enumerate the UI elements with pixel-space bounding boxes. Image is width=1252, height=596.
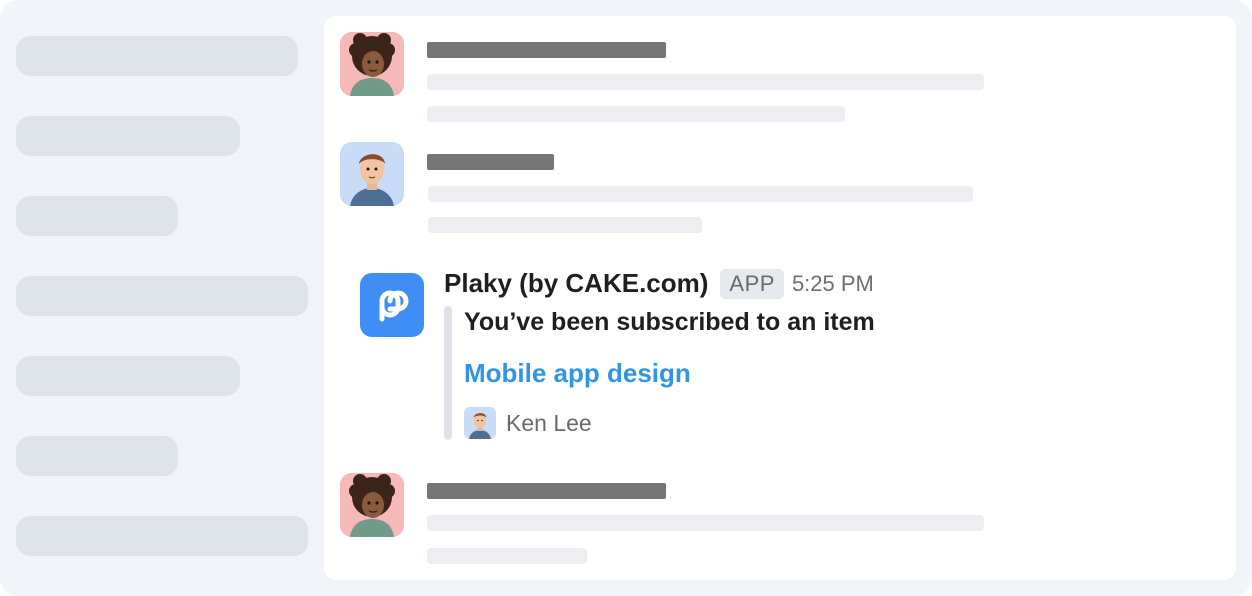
chat-panel: Plaky (by CAKE.com) APP 5:25 PM You’ve b… xyxy=(324,16,1236,580)
message-timestamp[interactable]: 5:25 PM xyxy=(792,271,874,297)
sidebar-item-placeholder[interactable] xyxy=(16,36,298,76)
message-text-placeholder xyxy=(427,515,984,531)
message-text-placeholder xyxy=(427,548,587,564)
plaky-logo-icon[interactable] xyxy=(360,273,424,337)
sidebar-item-placeholder[interactable] xyxy=(16,116,240,156)
sender-name[interactable]: Plaky (by CAKE.com) xyxy=(444,268,708,299)
woman-curly-hair-avatar-icon[interactable] xyxy=(340,473,404,537)
message-author-placeholder xyxy=(427,483,666,499)
man-avatar-icon xyxy=(464,407,496,439)
message-text-placeholder xyxy=(428,217,702,233)
app-badge: APP xyxy=(720,268,784,299)
message-author-placeholder xyxy=(427,42,666,58)
sidebar-item-placeholder[interactable] xyxy=(16,436,178,476)
sidebar-item-placeholder[interactable] xyxy=(16,516,308,556)
notification-title: You’ve been subscribed to an item xyxy=(464,308,875,336)
man-avatar-icon[interactable] xyxy=(340,142,404,206)
sidebar-item-placeholder[interactable] xyxy=(16,196,178,236)
message-text-placeholder xyxy=(427,74,984,90)
sidebar-item-placeholder[interactable] xyxy=(16,356,240,396)
message-text-placeholder xyxy=(427,106,845,122)
item-link[interactable]: Mobile app design xyxy=(464,358,691,389)
message-text-placeholder xyxy=(428,186,973,202)
sidebar-item-placeholder[interactable] xyxy=(16,276,308,316)
message-author-placeholder xyxy=(427,154,554,170)
subscriber-name: Ken Lee xyxy=(506,410,592,436)
message-header: Plaky (by CAKE.com) APP 5:25 PM xyxy=(444,268,874,299)
woman-curly-hair-avatar-icon[interactable] xyxy=(340,32,404,96)
attachment-accent-bar xyxy=(444,306,452,440)
app-window: Plaky (by CAKE.com) APP 5:25 PM You’ve b… xyxy=(0,0,1252,596)
